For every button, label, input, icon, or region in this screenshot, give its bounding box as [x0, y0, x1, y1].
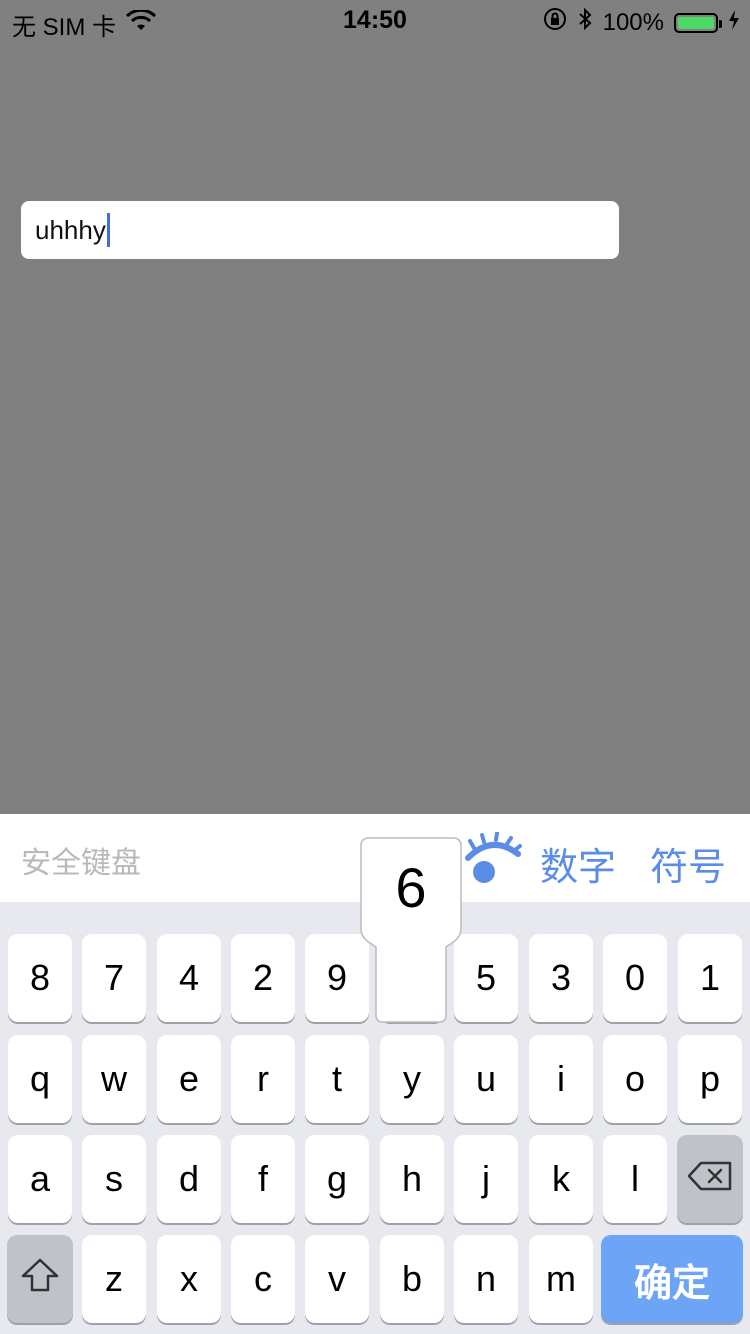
battery-icon [674, 12, 722, 33]
key-5[interactable]: 5 [454, 934, 518, 1022]
popup-key-label: 6 [395, 856, 427, 919]
key-t[interactable]: t [305, 1035, 369, 1123]
key-m[interactable]: m [529, 1235, 593, 1323]
key-1[interactable]: 1 [678, 934, 742, 1022]
mode-symbol-button[interactable]: 符号 [650, 836, 726, 891]
status-bar: 无 SIM 卡 14:50 100% [0, 0, 750, 41]
text-caret [106, 213, 110, 247]
key-o[interactable]: o [603, 1035, 667, 1123]
key-4[interactable]: 4 [157, 934, 221, 1022]
eye-toggle-icon[interactable] [462, 831, 524, 888]
shift-button[interactable] [7, 1235, 73, 1323]
battery-percent: 100% [602, 8, 664, 36]
shift-arrow-icon [20, 1257, 60, 1302]
key-a[interactable]: a [8, 1135, 72, 1223]
delete-button[interactable] [677, 1135, 743, 1223]
key-2[interactable]: 2 [231, 934, 295, 1022]
mode-number-button[interactable]: 数字 [540, 836, 616, 891]
key-e[interactable]: e [157, 1035, 221, 1123]
key-3[interactable]: 3 [529, 934, 593, 1022]
key-n[interactable]: n [454, 1235, 518, 1323]
key-b[interactable]: b [380, 1235, 444, 1323]
key-y[interactable]: y [380, 1035, 444, 1123]
status-right: 100% [543, 7, 740, 38]
bluetooth-icon [577, 7, 593, 38]
charging-bolt-icon [728, 9, 740, 37]
key-g[interactable]: g [305, 1135, 369, 1223]
key-i[interactable]: i [529, 1035, 593, 1123]
key-7[interactable]: 7 [82, 934, 146, 1022]
key-f[interactable]: f [231, 1135, 295, 1223]
key-k[interactable]: k [529, 1135, 593, 1223]
key-c[interactable]: c [231, 1235, 295, 1323]
text-input[interactable]: uhhhy [21, 201, 619, 259]
key-0[interactable]: 0 [603, 934, 667, 1022]
key-x[interactable]: x [157, 1235, 221, 1323]
key-d[interactable]: d [157, 1135, 221, 1223]
key-r[interactable]: r [231, 1035, 295, 1123]
orientation-lock-icon [543, 7, 567, 38]
key-v[interactable]: v [305, 1235, 369, 1323]
key-j[interactable]: j [454, 1135, 518, 1223]
key-w[interactable]: w [82, 1035, 146, 1123]
backspace-icon [687, 1158, 733, 1200]
confirm-button[interactable]: 确定 [601, 1235, 743, 1323]
key-h[interactable]: h [380, 1135, 444, 1223]
battery-fill [678, 16, 714, 29]
key-popup: 6 [360, 837, 462, 1023]
key-q[interactable]: q [8, 1035, 72, 1123]
key-s[interactable]: s [82, 1135, 146, 1223]
key-u[interactable]: u [454, 1035, 518, 1123]
keyboard-title: 安全键盘 [21, 847, 141, 880]
key-p[interactable]: p [678, 1035, 742, 1123]
key-z[interactable]: z [82, 1235, 146, 1323]
key-8[interactable]: 8 [8, 934, 72, 1022]
input-value: uhhhy [35, 214, 106, 245]
key-l[interactable]: l [603, 1135, 667, 1223]
